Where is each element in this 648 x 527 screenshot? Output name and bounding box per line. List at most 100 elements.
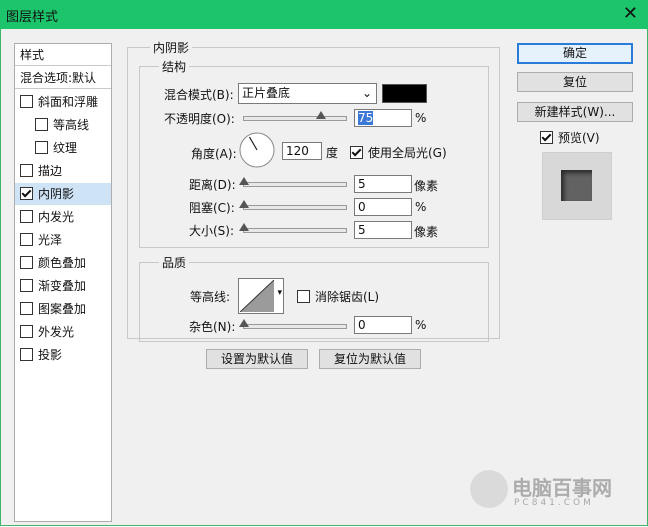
style-item[interactable]: 投影	[15, 344, 111, 366]
noise-unit: %	[415, 318, 427, 332]
blend-mode-select[interactable]: 正片叠底 ⌄	[238, 83, 377, 104]
opacity-slider[interactable]	[243, 111, 347, 121]
noise-slider-thumb[interactable]	[239, 319, 249, 327]
checked-box-icon[interactable]	[20, 187, 33, 200]
shadow-color-swatch[interactable]	[382, 84, 427, 103]
checkbox-icon[interactable]	[20, 164, 33, 177]
close-icon[interactable]: ✕	[623, 3, 638, 24]
style-item[interactable]: 描边	[15, 160, 111, 182]
style-item[interactable]: 渐变叠加	[15, 275, 111, 297]
style-item[interactable]: 斜面和浮雕	[15, 91, 111, 113]
distance-label: 距离(D):	[189, 178, 236, 192]
preview-check-icon	[540, 131, 553, 144]
style-item[interactable]: 内发光	[15, 206, 111, 228]
quality-title: 品质	[159, 254, 190, 271]
preview-checkbox[interactable]: 预览(V)	[540, 129, 600, 146]
checkbox-icon[interactable]	[20, 210, 33, 223]
watermark-subtext: PC841.COM	[514, 498, 594, 508]
choke-input[interactable]: 0	[354, 198, 412, 216]
opacity-slider-thumb[interactable]	[315, 111, 326, 119]
blend-options-item[interactable]: 混合选项:默认	[15, 67, 111, 89]
style-item-label: 光泽	[38, 233, 63, 247]
checkbox-icon[interactable]	[20, 279, 33, 292]
angle-value: 120	[286, 144, 309, 158]
checkbox-icon[interactable]	[20, 95, 33, 108]
distance-value: 5	[358, 177, 366, 191]
blend-mode-label: 混合模式(B):	[164, 88, 234, 102]
style-item-label: 斜面和浮雕	[38, 95, 99, 109]
style-item-label: 图案叠加	[38, 302, 87, 316]
global-light-label: 使用全局光(G)	[368, 146, 447, 160]
style-item-label: 颜色叠加	[38, 256, 87, 270]
noise-value: 0	[358, 318, 366, 332]
choke-slider[interactable]	[239, 200, 347, 210]
style-item-label: 内阴影	[38, 187, 75, 201]
size-input[interactable]: 5	[354, 221, 412, 239]
inner-shadow-title: 内阴影	[150, 39, 193, 56]
blend-mode-value: 正片叠底	[242, 86, 291, 100]
choke-unit: %	[415, 200, 427, 214]
angle-unit: 度	[326, 146, 339, 160]
antialias-box-icon	[297, 290, 310, 303]
style-item-label: 纹理	[53, 141, 78, 155]
checkbox-icon[interactable]	[35, 141, 48, 154]
style-preview	[542, 152, 612, 220]
opacity-input[interactable]: 75	[354, 109, 412, 127]
size-value: 5	[358, 223, 366, 237]
size-slider[interactable]	[239, 223, 347, 233]
noise-slider[interactable]	[239, 319, 347, 329]
contour-picker[interactable]: ▾	[238, 278, 284, 314]
style-item-label: 内发光	[38, 210, 75, 224]
style-item-label: 等高线	[53, 118, 90, 132]
size-unit: 像素	[414, 225, 439, 239]
angle-dial[interactable]	[238, 131, 276, 169]
style-item[interactable]: 外发光	[15, 321, 111, 343]
reset-default-button[interactable]: 复位为默认值	[319, 349, 421, 369]
choke-label: 阻塞(C):	[189, 201, 235, 215]
watermark-logo	[470, 470, 508, 508]
style-item-label: 渐变叠加	[38, 279, 87, 293]
choke-slider-thumb[interactable]	[239, 200, 249, 208]
style-item[interactable]: 等高线	[15, 114, 111, 136]
ok-button[interactable]: 确定	[517, 43, 633, 64]
style-item[interactable]: 图案叠加	[15, 298, 111, 320]
checkbox-icon[interactable]	[35, 118, 48, 131]
style-item-label: 投影	[38, 348, 63, 362]
checkbox-icon[interactable]	[20, 302, 33, 315]
styles-header[interactable]: 样式	[15, 44, 111, 66]
checkbox-icon[interactable]	[20, 348, 33, 361]
set-default-button[interactable]: 设置为默认值	[206, 349, 308, 369]
global-light-checkbox[interactable]: 使用全局光(G)	[350, 144, 447, 161]
style-item[interactable]: 光泽	[15, 229, 111, 251]
preview-swatch	[561, 170, 592, 201]
reset-button[interactable]: 复位	[517, 72, 633, 92]
antialias-checkbox[interactable]: 消除锯齿(L)	[297, 288, 379, 305]
checkbox-icon[interactable]	[20, 256, 33, 269]
noise-label: 杂色(N):	[189, 320, 236, 334]
size-label: 大小(S):	[189, 224, 235, 238]
noise-input[interactable]: 0	[354, 316, 412, 334]
checkbox-icon[interactable]	[20, 325, 33, 338]
global-light-check-icon	[350, 146, 363, 159]
antialias-label: 消除锯齿(L)	[315, 290, 380, 304]
distance-slider-thumb[interactable]	[239, 177, 249, 185]
style-item-label: 描边	[38, 164, 63, 178]
title-bar: 图层样式 ✕	[0, 0, 648, 29]
style-item[interactable]: 内阴影	[15, 183, 111, 205]
angle-label: 角度(A):	[191, 147, 237, 161]
new-style-button[interactable]: 新建样式(W)...	[517, 102, 633, 122]
style-list: 样式 混合选项:默认 斜面和浮雕等高线纹理描边内阴影内发光光泽颜色叠加渐变叠加图…	[14, 43, 112, 522]
distance-slider[interactable]	[239, 177, 347, 187]
distance-input[interactable]: 5	[354, 175, 412, 193]
angle-input[interactable]: 120	[282, 142, 322, 160]
opacity-unit: %	[415, 111, 427, 125]
chevron-down-icon: ⌄	[361, 86, 372, 100]
size-slider-thumb[interactable]	[239, 223, 249, 231]
style-item[interactable]: 颜色叠加	[15, 252, 111, 274]
choke-value: 0	[358, 200, 366, 214]
checkbox-icon[interactable]	[20, 233, 33, 246]
opacity-label: 不透明度(O):	[164, 112, 235, 126]
opacity-value: 75	[358, 111, 374, 125]
style-item[interactable]: 纹理	[15, 137, 111, 159]
contour-dropdown-icon[interactable]: ▾	[277, 288, 282, 298]
